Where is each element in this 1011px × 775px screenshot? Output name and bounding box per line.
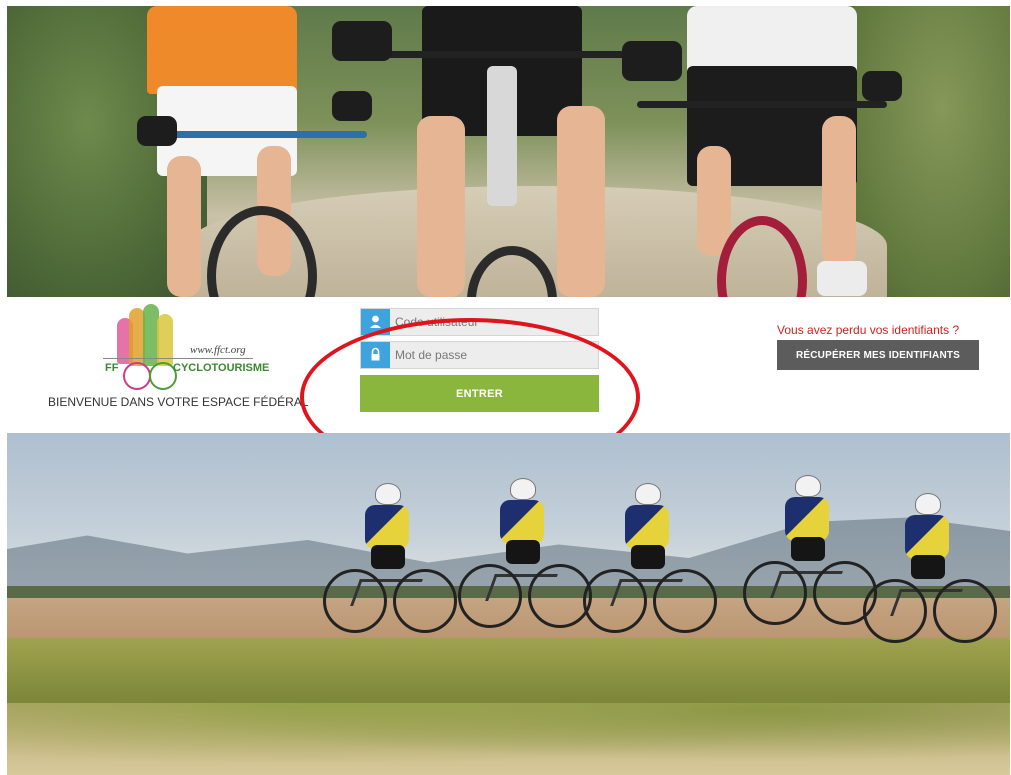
logo-cyclotourisme-text: CYCLOTOURISME bbox=[173, 362, 270, 374]
group-cyclist-3 bbox=[583, 483, 717, 633]
welcome-text: BIENVENUE DANS VOTRE ESPACE FÉDÉRAL ! bbox=[48, 395, 310, 409]
recover-credentials-button[interactable]: RÉCUPÉRER MES IDENTIFIANTS bbox=[777, 340, 979, 370]
username-field[interactable] bbox=[360, 308, 599, 336]
group-cyclist-2 bbox=[458, 478, 592, 628]
lock-icon bbox=[361, 342, 390, 368]
username-input[interactable] bbox=[391, 309, 596, 335]
group-cyclist-5 bbox=[863, 493, 997, 643]
logo-divider bbox=[103, 358, 253, 359]
password-field[interactable] bbox=[360, 341, 599, 369]
logo-ff-text: FF bbox=[105, 362, 119, 374]
hero-image-top bbox=[7, 6, 1010, 297]
enter-button[interactable]: ENTRER bbox=[360, 375, 599, 412]
cyclists-logo-icon bbox=[117, 304, 177, 390]
logo-url-text: www.ffct.org bbox=[190, 344, 246, 356]
group-cyclist-1 bbox=[323, 483, 457, 633]
rider-right bbox=[637, 6, 907, 297]
user-icon bbox=[361, 309, 390, 335]
rider-left bbox=[127, 6, 372, 297]
group-cyclist-4 bbox=[743, 475, 877, 625]
hero-image-bottom bbox=[7, 433, 1010, 775]
lost-credentials-text: Vous avez perdu vos identifiants ? bbox=[777, 323, 960, 337]
ffct-logo: www.ffct.org FF CYCLOTOURISME bbox=[103, 304, 269, 390]
foreground-grass bbox=[7, 703, 1010, 775]
password-input[interactable] bbox=[391, 342, 596, 368]
rider-center bbox=[332, 6, 682, 297]
